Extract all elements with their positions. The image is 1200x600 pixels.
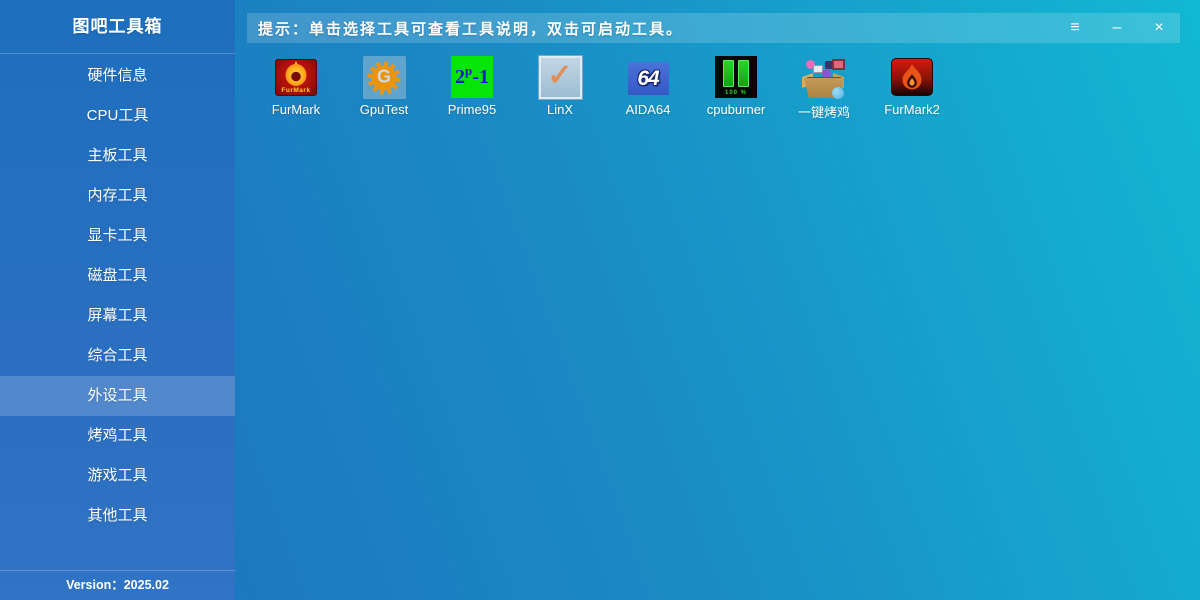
tool-grid: FurMark FurMark G GpuTest xyxy=(235,56,956,121)
sidebar-item-stresstest-tools[interactable]: 烤鸡工具 xyxy=(0,416,235,456)
tip-text: 提示：单击选择工具可查看工具说明，双击可启动工具。 xyxy=(247,18,1054,39)
tool-linx[interactable]: ✓ LinX xyxy=(516,56,604,121)
furmark-icon-text: FurMark xyxy=(276,87,316,94)
cpuburner-bars-icon: 100 % xyxy=(715,56,757,98)
sidebar-item-disk-tools[interactable]: 磁盘工具 xyxy=(0,256,235,296)
tool-one-key-burnin[interactable]: 一键烤鸡 xyxy=(780,56,868,121)
version-label: Version：2025.02 xyxy=(0,570,235,600)
sidebar-item-peripheral-tools[interactable]: 外设工具 xyxy=(0,376,235,416)
tool-label: 一键烤鸡 xyxy=(798,102,850,121)
sidebar-item-gpu-tools[interactable]: 显卡工具 xyxy=(0,216,235,256)
minimize-icon[interactable]: – xyxy=(1096,13,1138,43)
tool-furmark2[interactable]: FurMark2 xyxy=(868,56,956,121)
cpuburner-icon-text: 100 % xyxy=(715,90,757,96)
main-area: 提示：单击选择工具可查看工具说明，双击可启动工具。 ≡ – × xyxy=(235,0,1200,600)
sidebar-item-hardware-info[interactable]: 硬件信息 xyxy=(0,56,235,96)
mini-app-icon xyxy=(822,69,831,78)
sidebar-item-other-tools[interactable]: 其他工具 xyxy=(0,496,235,536)
tool-label: LinX xyxy=(547,102,573,117)
app-window: 图吧工具箱 硬件信息 CPU工具 主板工具 内存工具 显卡工具 磁盘工具 屏幕工… xyxy=(0,0,1200,600)
blue-chick xyxy=(832,87,844,99)
sidebar-item-game-tools[interactable]: 游戏工具 xyxy=(0,456,235,496)
checkmark-glyph: ✓ xyxy=(547,58,572,93)
furmark-flame-icon: FurMark xyxy=(275,59,317,96)
furmark2-flame-icon xyxy=(891,58,933,96)
toolbox-package-icon xyxy=(801,56,847,99)
linx-checkmark-icon: ✓ xyxy=(539,56,582,99)
sidebar-item-misc-tools[interactable]: 综合工具 xyxy=(0,336,235,376)
tool-label: cpuburner xyxy=(707,102,766,117)
aida64-icon-text: 64 xyxy=(637,67,658,91)
gputest-icon-text: G xyxy=(377,66,391,87)
aida64-icon: 64 xyxy=(628,62,669,95)
tip-bar: 提示：单击选择工具可查看工具说明，双击可启动工具。 ≡ – × xyxy=(247,13,1180,43)
flame-graphic xyxy=(281,60,311,88)
tool-prime95[interactable]: 2 p -1 Prime95 xyxy=(428,56,516,121)
gputest-gear-icon: G xyxy=(363,56,406,99)
window-controls: ≡ – × xyxy=(1054,13,1180,43)
tool-furmark[interactable]: FurMark FurMark xyxy=(252,56,340,121)
green-bar xyxy=(738,60,749,87)
sidebar-menu: 硬件信息 CPU工具 主板工具 内存工具 显卡工具 磁盘工具 屏幕工具 综合工具… xyxy=(0,56,235,536)
sidebar-item-motherboard-tools[interactable]: 主板工具 xyxy=(0,136,235,176)
tool-label: FurMark2 xyxy=(884,102,940,117)
menu-icon[interactable]: ≡ xyxy=(1054,13,1096,43)
tool-aida64[interactable]: 64 AIDA64 xyxy=(604,56,692,121)
prime95-icon-text: 2 xyxy=(455,66,465,89)
close-icon[interactable]: × xyxy=(1138,13,1180,43)
tool-label: Prime95 xyxy=(448,102,496,117)
prime95-mersenne-icon: 2 p -1 xyxy=(451,56,493,98)
green-bar xyxy=(723,60,734,87)
sidebar-item-cpu-tools[interactable]: CPU工具 xyxy=(0,96,235,136)
flame-graphic xyxy=(899,63,925,91)
tool-label: AIDA64 xyxy=(626,102,671,117)
tool-label: GpuTest xyxy=(360,102,408,117)
tool-cpuburner[interactable]: 100 % cpuburner xyxy=(692,56,780,121)
sidebar-item-memory-tools[interactable]: 内存工具 xyxy=(0,176,235,216)
sidebar: 图吧工具箱 硬件信息 CPU工具 主板工具 内存工具 显卡工具 磁盘工具 屏幕工… xyxy=(0,0,235,600)
sidebar-item-screen-tools[interactable]: 屏幕工具 xyxy=(0,296,235,336)
mini-app-icon xyxy=(832,59,845,70)
tool-label: FurMark xyxy=(272,102,320,117)
app-title: 图吧工具箱 xyxy=(0,0,235,54)
tool-gputest[interactable]: G GpuTest xyxy=(340,56,428,121)
